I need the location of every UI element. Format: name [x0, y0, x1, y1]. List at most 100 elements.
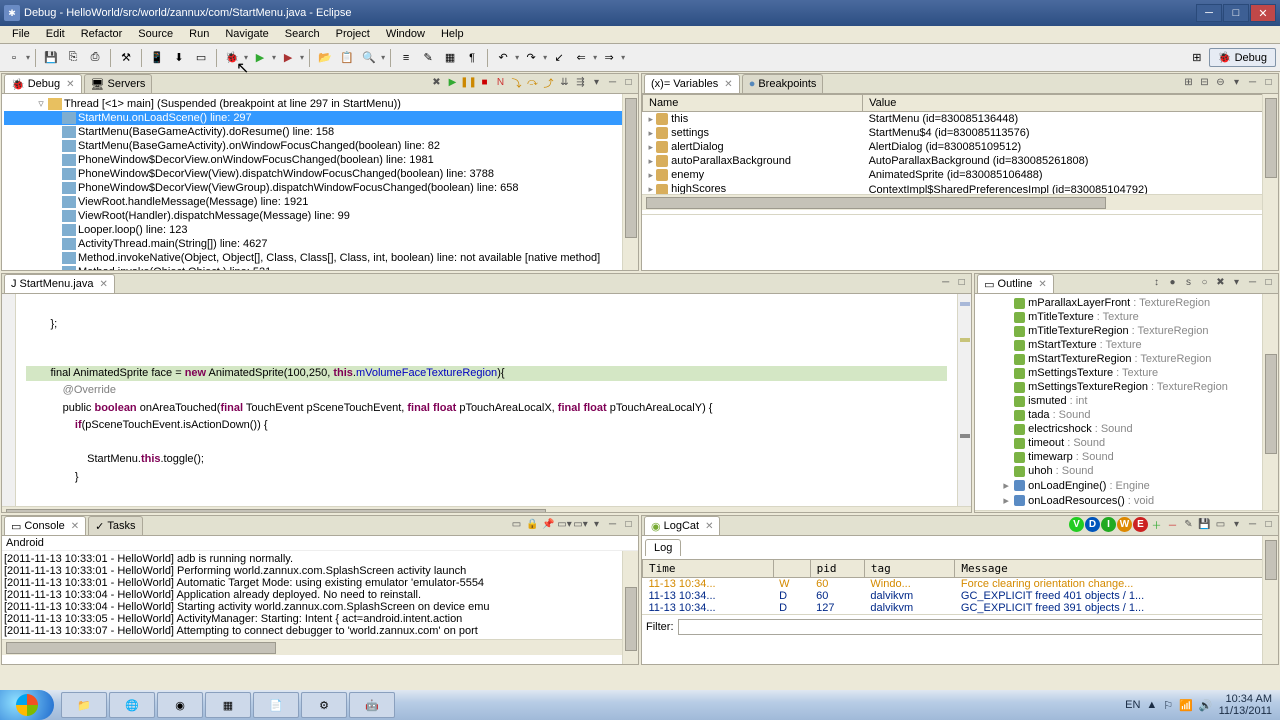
menu-source[interactable]: Source: [130, 26, 181, 43]
log-row[interactable]: 11-13 10:34...W60Windo...Force clearing …: [643, 578, 1278, 591]
code-editor[interactable]: }; final AnimatedSprite face = new Anima…: [18, 294, 955, 506]
error-filter-button[interactable]: E: [1133, 517, 1148, 532]
menu-run[interactable]: Run: [181, 26, 217, 43]
step-over-button[interactable]: ⤼: [525, 75, 540, 90]
prev-button[interactable]: ↙: [549, 48, 569, 68]
collapse-button[interactable]: ⊖: [1213, 75, 1228, 90]
outline-item[interactable]: mTitleTexture : Texture: [999, 310, 1276, 324]
warn-filter-button[interactable]: W: [1117, 517, 1132, 532]
stack-frame[interactable]: ViewRoot.handleMessage(Message) line: 19…: [4, 195, 636, 209]
editor-ruler[interactable]: [2, 294, 16, 512]
editor-tab[interactable]: JStartMenu.java✕: [4, 274, 115, 293]
max-button[interactable]: □: [954, 275, 969, 290]
close-icon[interactable]: ✕: [99, 279, 107, 290]
debug-stack-tree[interactable]: ▿ Thread [<1> main] (Suspended (breakpoi…: [2, 94, 638, 270]
menu-button[interactable]: ▾: [589, 75, 604, 90]
outline-item[interactable]: mSettingsTextureRegion : TextureRegion: [999, 380, 1276, 394]
outline-item[interactable]: ▸ onLoadEngine() : Engine: [999, 478, 1276, 493]
outline-tree[interactable]: mParallaxLayerFront : TextureRegion mTit…: [975, 294, 1278, 510]
chrome-task[interactable]: 🌐: [109, 692, 155, 718]
menu-window[interactable]: Window: [378, 26, 433, 43]
clear-log-button[interactable]: ▭: [1213, 517, 1228, 532]
variable-row[interactable]: ▸ autoParallaxBackgroundAutoParallaxBack…: [643, 154, 1278, 168]
outline-item[interactable]: mSettingsTexture : Texture: [999, 366, 1276, 380]
outline-item[interactable]: mStartTexture : Texture: [999, 338, 1276, 352]
open-type-button[interactable]: 📂: [315, 48, 335, 68]
show-whitespace-button[interactable]: ¶: [462, 48, 482, 68]
menu-edit[interactable]: Edit: [38, 26, 73, 43]
menu-search[interactable]: Search: [277, 26, 328, 43]
tray-flag-icon[interactable]: ⚐: [1163, 699, 1173, 712]
stack-frame[interactable]: ActivityThread.main(String[]) line: 4627: [4, 237, 636, 251]
verbose-filter-button[interactable]: V: [1069, 517, 1084, 532]
min-button[interactable]: ─: [938, 275, 953, 290]
pin-button[interactable]: 📌: [541, 517, 556, 532]
stack-frame[interactable]: Method.invokeNative(Object, Object[], Cl…: [4, 251, 636, 265]
stack-frame[interactable]: StartMenu.onLoadScene() line: 297: [4, 111, 636, 125]
suspend-button[interactable]: ❚❚: [461, 75, 476, 90]
close-icon[interactable]: ✕: [724, 79, 732, 90]
stack-frame[interactable]: Looper.loop() line: 123: [4, 223, 636, 237]
outline-item[interactable]: ismuted : int: [999, 394, 1276, 408]
ext-tools-button[interactable]: ▶: [278, 48, 298, 68]
min-button[interactable]: ─: [1245, 275, 1260, 290]
show-type-button[interactable]: ⊞: [1181, 75, 1196, 90]
max-button[interactable]: □: [1261, 75, 1276, 90]
close-icon[interactable]: ✕: [705, 521, 713, 532]
android-sdk-button[interactable]: ⬇: [169, 48, 189, 68]
step-filters-button[interactable]: ⇶: [573, 75, 588, 90]
min-button[interactable]: ─: [605, 517, 620, 532]
log-inner-tab[interactable]: Log: [645, 539, 681, 556]
maximize-button[interactable]: □: [1223, 4, 1249, 22]
outline-item[interactable]: ▸ onLoadResources() : void: [999, 493, 1276, 508]
hide-fields-button[interactable]: ●: [1165, 275, 1180, 290]
breakpoints-tab[interactable]: ●Breakpoints: [742, 74, 824, 93]
minimize-button[interactable]: ─: [1196, 4, 1222, 22]
eclipse-task[interactable]: ◉: [157, 692, 203, 718]
app-task-3[interactable]: ⚙: [301, 692, 347, 718]
outline-tab[interactable]: ▭Outline✕: [977, 274, 1054, 293]
outline-item[interactable]: timewarp : Sound: [999, 450, 1276, 464]
last-edit-button[interactable]: ↶: [493, 48, 513, 68]
hide-local-button[interactable]: ✖: [1213, 275, 1228, 290]
stack-frame[interactable]: Method invoke(Object Object ) line: 521: [4, 265, 636, 270]
stack-frame[interactable]: PhoneWindow$DecorView.onWindowFocusChang…: [4, 153, 636, 167]
logcat-tab[interactable]: ◉LogCat✕: [644, 516, 720, 535]
outline-item[interactable]: electricshock : Sound: [999, 422, 1276, 436]
outline-item[interactable]: mTitleTextureRegion : TextureRegion: [999, 324, 1276, 338]
variable-row[interactable]: ▸ enemyAnimatedSprite (id=830085106488): [643, 168, 1278, 182]
save-button[interactable]: 💾: [41, 48, 61, 68]
edit-filter-button[interactable]: ✎: [1181, 517, 1196, 532]
min-button[interactable]: ─: [1245, 75, 1260, 90]
toggle-breadcrumb-button[interactable]: ≡: [396, 48, 416, 68]
open-button[interactable]: ▭▾: [573, 517, 588, 532]
save-all-button[interactable]: ⎘: [63, 48, 83, 68]
log-row[interactable]: 11-13 10:34...D60dalvikvmGC_EXPLICIT fre…: [643, 590, 1278, 602]
explorer-task[interactable]: 📁: [61, 692, 107, 718]
terminate-button[interactable]: ■: [477, 75, 492, 90]
new-button[interactable]: ▫: [4, 48, 24, 68]
max-button[interactable]: □: [621, 75, 636, 90]
debug-button[interactable]: 🐞: [222, 48, 242, 68]
max-button[interactable]: □: [1261, 275, 1276, 290]
servers-tab[interactable]: 🖥Servers: [84, 74, 153, 93]
stack-frame[interactable]: PhoneWindow$DecorView(ViewGroup).dispatc…: [4, 181, 636, 195]
close-icon[interactable]: ✕: [1038, 279, 1046, 290]
add-filter-button[interactable]: ＋: [1149, 517, 1164, 532]
logcat-table[interactable]: TimepidtagMessage11-13 10:34...W60Windo.…: [642, 559, 1278, 614]
tray-volume-icon[interactable]: 🔊: [1199, 699, 1213, 712]
variables-table[interactable]: NameValue▸ thisStartMenu (id=83008513644…: [642, 94, 1278, 197]
outline-item[interactable]: mParallaxLayerFront : TextureRegion: [999, 296, 1276, 310]
mark-occurrences-button[interactable]: ✎: [418, 48, 438, 68]
menu-button[interactable]: ▾: [1229, 275, 1244, 290]
variable-row[interactable]: ▸ thisStartMenu (id=830085136448): [643, 112, 1278, 127]
info-filter-button[interactable]: I: [1101, 517, 1116, 532]
min-button[interactable]: ─: [605, 75, 620, 90]
tray-clock[interactable]: 10:34 AM11/13/2011: [1219, 693, 1272, 717]
remove-filter-button[interactable]: －: [1165, 517, 1180, 532]
block-select-button[interactable]: ▦: [440, 48, 460, 68]
hide-nonpublic-button[interactable]: ○: [1197, 275, 1212, 290]
start-button[interactable]: [0, 690, 54, 720]
search-button[interactable]: 🔍: [359, 48, 379, 68]
close-icon[interactable]: ✕: [71, 521, 79, 532]
